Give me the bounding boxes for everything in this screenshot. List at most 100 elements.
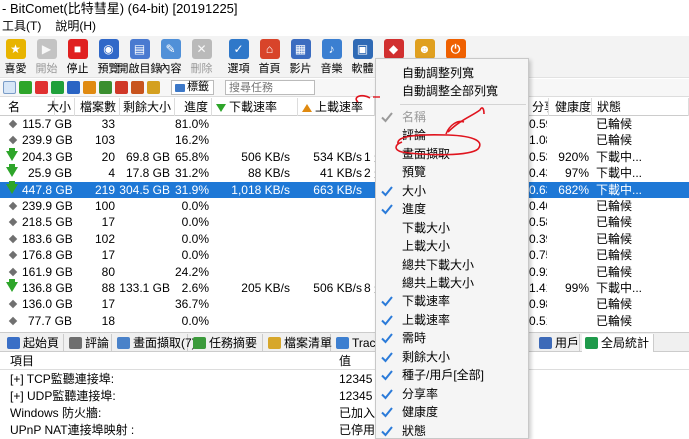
tab[interactable]: Track	[333, 334, 382, 352]
stats-row[interactable]: [+] UDP監聽連接埠: 12345 (	[0, 388, 689, 405]
menu-tools[interactable]: 工具(T)	[0, 18, 43, 35]
bottom-icon[interactable]	[147, 81, 160, 94]
top-icon[interactable]	[131, 81, 144, 94]
tab[interactable]: 評論	[66, 334, 112, 352]
down-arrow-icon[interactable]	[19, 81, 32, 94]
task-row[interactable]: 239.9 GB 100 0.0% 0.40 已輪候	[0, 198, 689, 214]
col-ratio[interactable]: 分享率	[529, 98, 549, 116]
search-input[interactable]	[225, 80, 315, 95]
tab[interactable]: 畫面擷取(7)	[114, 334, 196, 352]
menu-item[interactable]: 上載速率	[376, 311, 528, 329]
toolbar-button[interactable]: ✕ 刪除	[186, 36, 217, 78]
tab[interactable]: 檔案清單	[265, 334, 332, 352]
menu-item[interactable]: 自動調整列寬	[376, 64, 528, 82]
col-progress[interactable]: 進度	[175, 98, 212, 116]
task-row[interactable]: 77.7 GB 18 0.0% 0.51 已輪候	[0, 313, 689, 329]
task-up	[296, 231, 362, 247]
menu-item[interactable]: 分享率	[376, 385, 528, 403]
task-row[interactable]: 176.8 GB 17 0.0% 0.75 已輪候	[0, 247, 689, 263]
task-files: 17	[101, 215, 115, 230]
menu-item[interactable]: 總共上載大小	[376, 274, 528, 292]
menu-item[interactable]: 上載大小	[376, 237, 528, 255]
menu-item[interactable]: 剩餘大小	[376, 348, 528, 366]
menu-item[interactable]: 進度	[376, 200, 528, 218]
task-row[interactable]: 136.0 GB 17 36.7% 0.98 已輪候	[0, 296, 689, 312]
task-row[interactable]: 115.7 GB 33 81.0% 0.59 已輪候	[0, 116, 689, 132]
toolbar-button[interactable]: ▤ 開啟目錄	[118, 36, 162, 78]
tab[interactable]: 全局統計	[582, 334, 654, 352]
col-size[interactable]: 大小	[22, 98, 75, 116]
menu-item[interactable]: 自動調整全部列寬	[376, 82, 528, 100]
priority-icon[interactable]	[115, 81, 128, 94]
task-progress: 2.6%	[181, 280, 209, 295]
queued-icon	[8, 250, 18, 260]
stats-row[interactable]: Windows 防火牆: 已加入	[0, 405, 689, 422]
task-files: 33	[101, 117, 115, 131]
task-row[interactable]: 25.9 GB417.8 GB31.2%88 KB/s41 KB/s2 天0.4…	[0, 164, 689, 181]
toolbar-button[interactable]: ■ 停止	[62, 36, 93, 78]
menu-item-label: 下載速率	[402, 294, 451, 309]
menu-item[interactable]: 畫面擷取	[376, 145, 528, 163]
menu-item[interactable]: 下載速率	[376, 292, 528, 310]
tag-button[interactable]: 標籤	[171, 80, 214, 95]
menu-item: 名稱	[376, 108, 528, 126]
toolbar-button[interactable]: ▶ 開始	[31, 36, 62, 78]
col-health[interactable]: 健康度	[552, 98, 592, 116]
stats-row[interactable]: [+] TCP監聽連接埠: 12345 (	[0, 371, 689, 388]
menu-item[interactable]: 預覽	[376, 163, 528, 181]
tab[interactable]: 起始頁	[4, 334, 64, 352]
stop-icon: ■	[67, 39, 88, 59]
col-download-rate[interactable]: 下載速率	[212, 98, 298, 116]
task-remain: 17.8 GB	[125, 166, 170, 181]
menu-item[interactable]: 需時	[376, 329, 528, 347]
toolbar-button[interactable]: ⌂ 首頁	[254, 36, 285, 78]
menu-item-label: 自動調整全部列寬	[402, 84, 499, 99]
menu-item[interactable]: 總共下載大小	[376, 256, 528, 274]
col-status[interactable]: 狀態	[594, 98, 689, 116]
menu-item[interactable]: 健康度	[376, 403, 528, 421]
col-remaining[interactable]: 剩餘大小	[120, 98, 175, 116]
toolbar-button[interactable]: ▣ 軟體	[347, 36, 378, 78]
toolbar-button[interactable]: ★ 喜愛	[0, 36, 31, 78]
properties-icon: ✎	[160, 39, 181, 59]
task-up	[296, 264, 362, 280]
task-progress: 0.0%	[181, 231, 209, 246]
delete-icon: ✕	[191, 39, 212, 59]
toolbar-button[interactable]: ▦ 影片	[285, 36, 316, 78]
toolbar-button[interactable]: ♪ 音樂	[316, 36, 347, 78]
menu-item[interactable]: 狀態	[376, 422, 528, 439]
task-ratio: 0.92	[529, 264, 547, 279]
task-up: 506 KB/s	[313, 280, 362, 295]
col-files[interactable]: 檔案數	[75, 98, 120, 116]
menu-item[interactable]: 下載大小	[376, 219, 528, 237]
task-row[interactable]: 161.9 GB 80 24.2% 0.92 已輪候	[0, 264, 689, 280]
task-row[interactable]: 204.3 GB 20 69.8 GB 65.8% 506 KB/s 534 KB/s 1 …	[0, 147, 689, 165]
toolbar-button[interactable]: ✎ 內容	[155, 36, 186, 78]
col-upload-rate[interactable]: 上載速率	[298, 98, 375, 116]
move-down-icon[interactable]	[83, 81, 96, 94]
task-progress: 0.0%	[181, 313, 209, 328]
check-icon[interactable]	[35, 81, 48, 94]
task-up	[296, 132, 362, 148]
task-files: 219	[94, 182, 115, 197]
toolbar-button[interactable]: ✓ 選項	[223, 36, 254, 78]
move-up-icon[interactable]	[67, 81, 80, 94]
task-row[interactable]: 239.9 GB 103 16.2% 1.08 已輪候	[0, 132, 689, 148]
menu-help[interactable]: 說明(H)	[53, 18, 98, 35]
download-icon[interactable]	[51, 81, 64, 94]
task-row[interactable]: 136.8 GB 88 133.1 GB 2.6% 205 KB/s 506 KB/s 8 …	[0, 278, 689, 296]
menu-item[interactable]: 評論	[376, 126, 528, 144]
task-row[interactable]: 183.6 GB 102 0.0% 0.39 已輪候	[0, 231, 689, 247]
tab[interactable]: 任務摘要	[190, 334, 263, 352]
task-size: 176.8 GB	[22, 248, 72, 263]
menu-item[interactable]: 種子/用戶[全部]	[376, 366, 528, 384]
menu-item-label: 自動調整列寬	[402, 66, 475, 80]
menu-item[interactable]: 大小	[376, 182, 528, 200]
menu-bar: 工具(T) 說明(H)	[0, 18, 689, 35]
tab[interactable]: 用戶	[536, 334, 580, 352]
new-task-icon[interactable]	[3, 81, 16, 94]
task-row[interactable]: 447.8 GB 219 304.5 GB 31.9% 1,018 KB/s 663 KB…	[0, 180, 689, 198]
upload-icon[interactable]	[99, 81, 112, 94]
stats-row[interactable]: UPnP NAT連接埠映射 : 已停用	[0, 422, 689, 439]
task-row[interactable]: 218.5 GB 17 0.0% 0.58 已輪候	[0, 214, 689, 230]
